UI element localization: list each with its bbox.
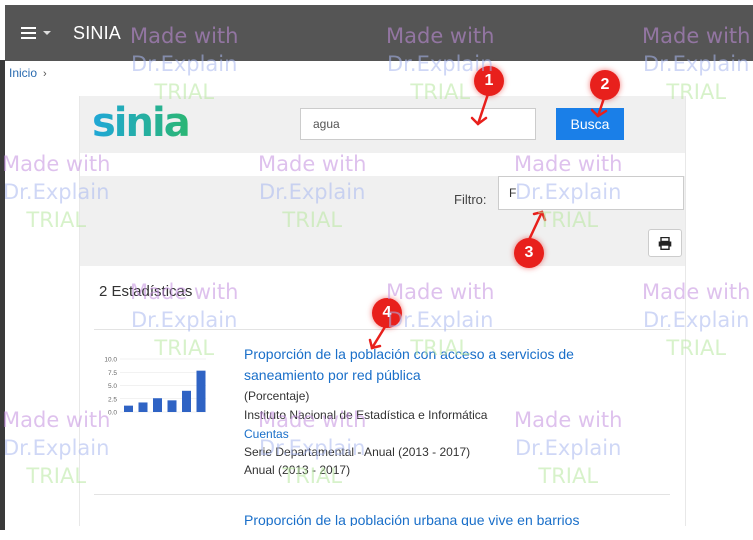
thumb-tick-label: 0.0	[108, 410, 117, 417]
filter-input[interactable]: F	[498, 176, 684, 210]
thumb-bar	[196, 370, 206, 412]
result-years: Anual (2013 - 2017)	[244, 463, 351, 477]
thumb-bar	[124, 405, 133, 412]
callout-badge-2: 2	[590, 70, 620, 100]
callout-badge-1: 1	[474, 66, 504, 96]
sinia-logo: sinia	[92, 100, 191, 146]
hamburger-icon	[21, 27, 36, 39]
top-navbar: SINIA	[5, 5, 753, 61]
breadcrumb: Inicio ›	[9, 66, 47, 80]
print-button[interactable]	[648, 229, 682, 257]
result-source: Instituto Nacional de Estadística e Info…	[244, 408, 488, 422]
result-thumbnail-chart[interactable]: 10.0 7.5 5.0 2.5 0.0	[98, 354, 210, 424]
search-button[interactable]: Busca	[556, 108, 624, 140]
thumb-tick-label: 2.5	[108, 396, 117, 403]
window-edge	[0, 60, 5, 530]
thumb-bar	[182, 390, 191, 412]
filter-label: Filtro:	[454, 192, 487, 207]
result-subtitle: (Porcentaje)	[244, 389, 310, 403]
results-divider	[94, 494, 670, 495]
thumb-bar	[167, 400, 177, 412]
result-periodicity: Serie Departamental - Anual (2013 - 2017…	[244, 445, 471, 459]
callout-badge-4: 4	[372, 298, 402, 328]
thumb-tick-label: 7.5	[108, 370, 117, 377]
callout-badge-3: 3	[514, 238, 544, 268]
print-icon	[658, 236, 672, 250]
caret-down-icon	[43, 31, 51, 35]
menu-toggle[interactable]	[21, 27, 51, 39]
breadcrumb-home-link[interactable]: Inicio	[9, 66, 37, 80]
thumb-tick-label: 10.0	[104, 357, 117, 364]
thumb-bar	[153, 398, 162, 412]
thumb-tick-label: 5.0	[108, 383, 117, 390]
search-input[interactable]: agua	[300, 108, 536, 140]
breadcrumb-separator: ›	[43, 68, 47, 80]
result-source-link[interactable]: Cuentas	[244, 426, 654, 442]
app-brand[interactable]: SINIA	[73, 23, 121, 44]
results-divider	[94, 329, 670, 330]
result-title-link[interactable]: Proporción de la población urbana que vi…	[244, 510, 644, 526]
result-title-link[interactable]: Proporción de la población con acceso a …	[244, 344, 644, 386]
results-count: 2 Estadísticas	[99, 283, 193, 300]
thumb-bar	[138, 402, 148, 412]
